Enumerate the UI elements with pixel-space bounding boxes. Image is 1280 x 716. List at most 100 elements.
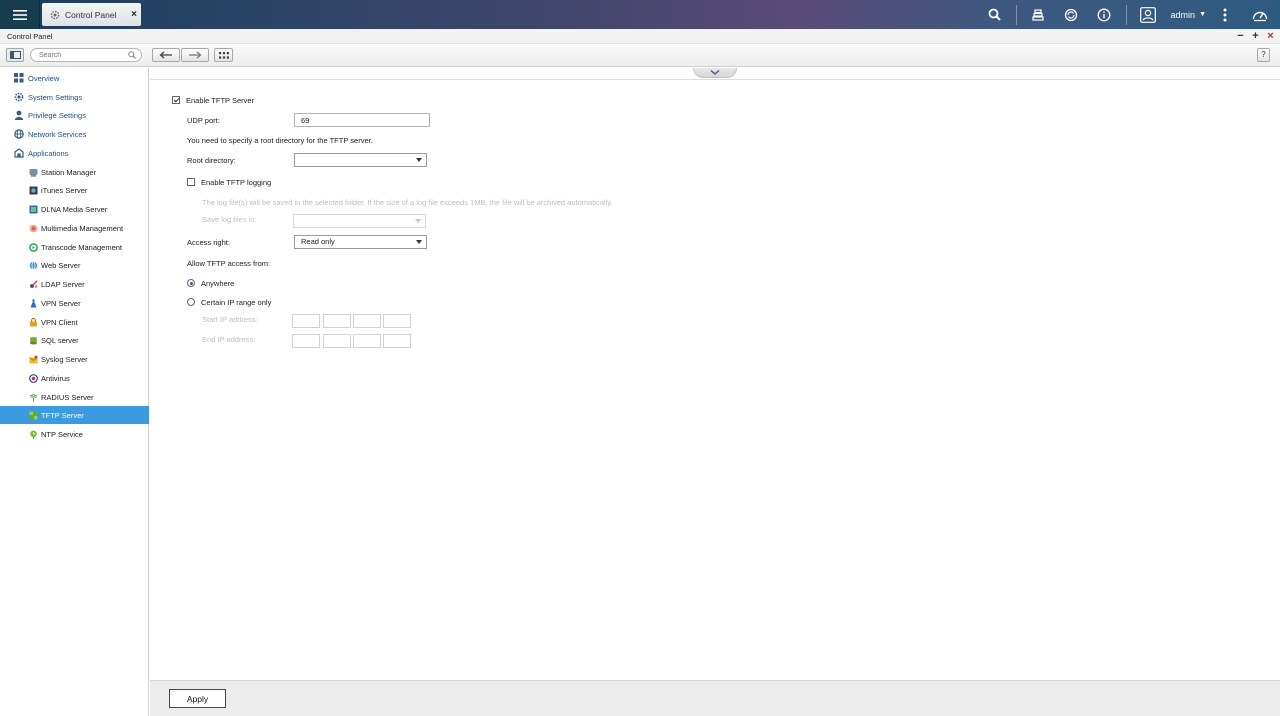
sidebar-item-tftp-server[interactable]: TFTP Server (0, 406, 149, 424)
kebab-menu-icon (1223, 8, 1227, 21)
search-input[interactable] (39, 49, 129, 61)
root-directory-select[interactable] (294, 153, 427, 167)
certain-ip-range-label: Certain IP range only (201, 298, 272, 307)
start-ip-octet-2[interactable] (323, 314, 351, 328)
sidebar-item-label: TFTP Server (41, 410, 84, 420)
sidebar-item-ldap-server[interactable]: LDAP Server (0, 275, 149, 293)
anywhere-radio[interactable] (187, 279, 195, 287)
end-ip-octet-3[interactable] (353, 334, 381, 348)
search-button[interactable] (978, 0, 1011, 29)
background-tasks-button[interactable] (1022, 0, 1055, 29)
sidebar-item-vpn-server[interactable]: VPN Server (0, 294, 149, 312)
divider (1015, 4, 1017, 25)
apps-icon (14, 148, 24, 158)
help-button[interactable]: ? (1257, 48, 1270, 62)
sidebar-item-label: DLNA Media Server (41, 204, 108, 214)
enable-tftp-label: Enable TFTP Server (186, 96, 255, 105)
gear-icon (14, 92, 24, 102)
gear-icon (50, 10, 60, 19)
user-name: admin (1170, 9, 1196, 20)
start-ip-octet-4[interactable] (383, 314, 411, 328)
caret-down-icon: ▼ (1199, 11, 1206, 18)
close-window-button[interactable]: × (1266, 30, 1275, 42)
end-ip-octet-1[interactable] (292, 334, 320, 348)
user-avatar-button[interactable] (1132, 0, 1165, 29)
certain-ip-range-radio[interactable] (187, 298, 195, 306)
root-directory-label: Root directory: (187, 156, 236, 165)
globe-icon (14, 129, 24, 139)
sidebar-item-antivirus[interactable]: Antivirus (0, 369, 149, 387)
app-tab-close-button[interactable]: × (127, 9, 141, 20)
sidebar-item-syslog-server[interactable]: Syslog Server (0, 350, 149, 368)
user-menu[interactable]: admin ▼ (1171, 10, 1206, 20)
dashboard-button[interactable] (1240, 0, 1280, 29)
maximize-button[interactable]: + (1251, 30, 1260, 42)
sidebar-item-label: LDAP Server (41, 279, 85, 289)
itunes-server-icon (28, 185, 38, 195)
sidebar-section-applications[interactable]: Applications (0, 144, 149, 162)
back-button[interactable] (152, 48, 180, 62)
apply-button[interactable]: Apply (169, 689, 226, 708)
multimedia-icon (28, 223, 38, 233)
external-device-button[interactable] (1055, 0, 1088, 29)
start-ip-octet-1[interactable] (292, 314, 320, 328)
app-tab-label: Control Panel (65, 9, 117, 20)
sidebar-item-multimedia-management[interactable]: Multimedia Management (0, 219, 149, 237)
sidebar-item-vpn-client[interactable]: VPN Client (0, 313, 149, 331)
search-box (30, 48, 142, 62)
udp-port-input[interactable] (295, 114, 429, 126)
minimize-button[interactable]: − (1236, 30, 1245, 42)
divider (1125, 4, 1127, 25)
collapse-header-button[interactable] (693, 68, 737, 78)
end-ip-octet-4[interactable] (383, 334, 411, 348)
sidebar-item-radius-server[interactable]: RADIUS Server (0, 388, 149, 406)
control-panel-app-tab[interactable]: Control Panel × (42, 3, 141, 26)
sidebar-section-network-services[interactable]: Network Services (0, 125, 149, 143)
more-options-button[interactable] (1210, 0, 1240, 29)
sidebar-toggle-button[interactable] (6, 48, 24, 62)
sidebar-item-web-server[interactable]: Web Server (0, 256, 149, 274)
web-server-icon (28, 260, 38, 270)
stack-tasks-icon (1032, 8, 1044, 21)
sidebar-panel-icon (9, 51, 21, 59)
tftp-settings-panel: Enable TFTP Server UDP port: You need to… (150, 68, 1280, 680)
end-ip-octet-2[interactable] (323, 334, 351, 348)
access-right-label: Access right: (187, 238, 230, 247)
enable-tftp-logging-checkbox[interactable] (187, 178, 195, 186)
sidebar-item-label: NTP Service (41, 429, 83, 439)
sidebar-section-privilege-settings[interactable]: Privilege Settings (0, 106, 149, 124)
sidebar-section-system-settings[interactable]: System Settings (0, 88, 149, 106)
sync-icon (1064, 8, 1078, 21)
sidebar-item-label: Station Manager (41, 167, 97, 177)
notifications-button[interactable] (1088, 0, 1121, 29)
enable-tftp-checkbox[interactable] (172, 96, 180, 104)
sidebar-item-label: VPN Server (41, 298, 81, 308)
sidebar-item-label: RADIUS Server (41, 392, 94, 402)
save-log-files-select[interactable] (293, 214, 426, 228)
radius-icon (28, 392, 38, 402)
sidebar-item-station-manager[interactable]: Station Manager (0, 163, 149, 181)
app-grid-button[interactable] (214, 48, 233, 62)
anywhere-label: Anywhere (201, 279, 235, 288)
sidebar-item-label: SQL server (41, 335, 79, 345)
main-menu-button[interactable] (0, 0, 40, 29)
sidebar-item-sql-server[interactable]: SQL server (0, 331, 149, 349)
search-icon (128, 51, 136, 59)
access-right-select[interactable]: Read only (294, 235, 427, 249)
start-ip-octet-3[interactable] (353, 314, 381, 328)
vpn-server-icon (28, 298, 38, 308)
sidebar-item-label: Syslog Server (41, 354, 88, 364)
sidebar-item-ntp-service[interactable]: NTP Service (0, 425, 149, 443)
sidebar: Overview System Settings Privilege Setti… (0, 68, 149, 716)
search-icon (988, 8, 1001, 21)
sidebar-item-dlna-media-server[interactable]: DLNA Media Server (0, 200, 149, 218)
dashboard-gauge-icon (1252, 11, 1268, 21)
forward-button[interactable] (181, 48, 209, 62)
log-file-note: The log file(s) will be saved in the sel… (202, 198, 613, 207)
sidebar-item-transcode-management[interactable]: Transcode Management (0, 238, 149, 256)
sidebar-item-label: Multimedia Management (41, 223, 124, 233)
sidebar-item-label: Transcode Management (41, 242, 123, 252)
sidebar-item-itunes-server[interactable]: iTunes Server (0, 181, 149, 199)
sidebar-section-overview[interactable]: Overview (0, 69, 149, 87)
access-right-value: Read only (301, 237, 335, 246)
